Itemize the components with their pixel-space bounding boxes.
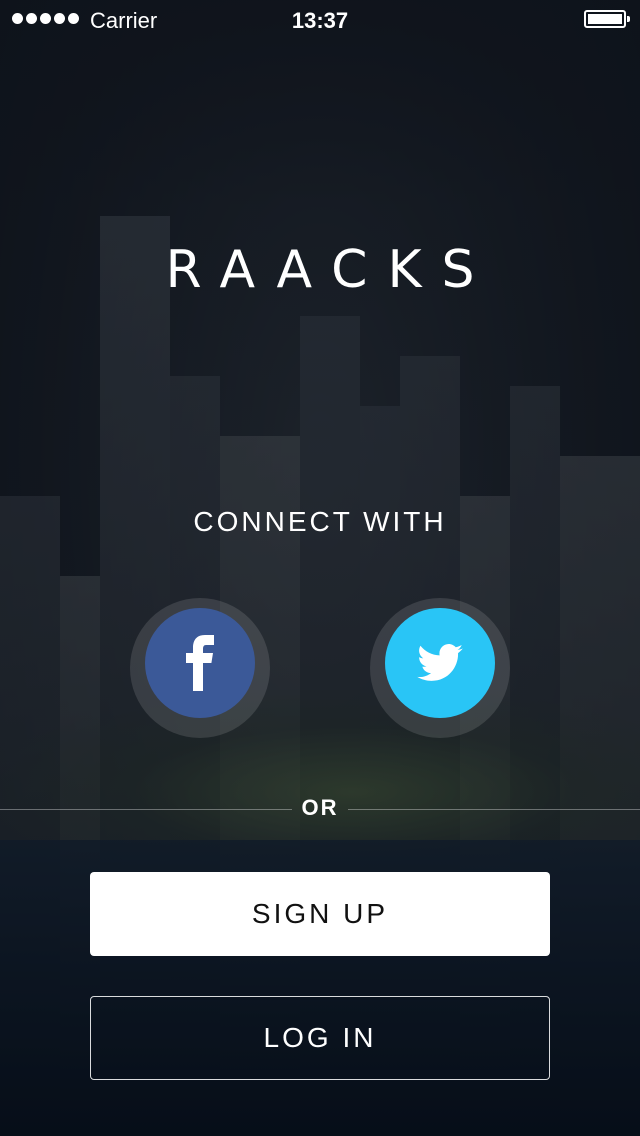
or-divider: OR — [0, 795, 640, 825]
facebook-login-button[interactable] — [145, 608, 255, 718]
battery-icon — [584, 10, 630, 28]
facebook-icon — [186, 635, 214, 691]
twitter-login-button[interactable] — [385, 608, 495, 718]
connect-with-heading: CONNECT WITH — [193, 506, 447, 537]
facebook-button-ring — [130, 598, 270, 738]
app-logo: RAACKS — [165, 240, 495, 300]
city-background — [0, 0, 640, 1136]
twitter-icon — [417, 644, 463, 681]
clock: 13:37 — [291, 8, 349, 33]
divider-line-right — [348, 809, 640, 810]
status-bar: Carrier 13:37 — [0, 0, 640, 40]
sign-up-button[interactable]: SIGN UP — [90, 872, 550, 956]
twitter-button-ring — [370, 598, 510, 738]
or-label: OR — [301, 795, 339, 820]
welcome-screen: Carrier 13:37 RAACKS CONNECT WITH OR SIG… — [0, 0, 640, 1136]
log-in-button[interactable]: LOG IN — [90, 996, 550, 1080]
